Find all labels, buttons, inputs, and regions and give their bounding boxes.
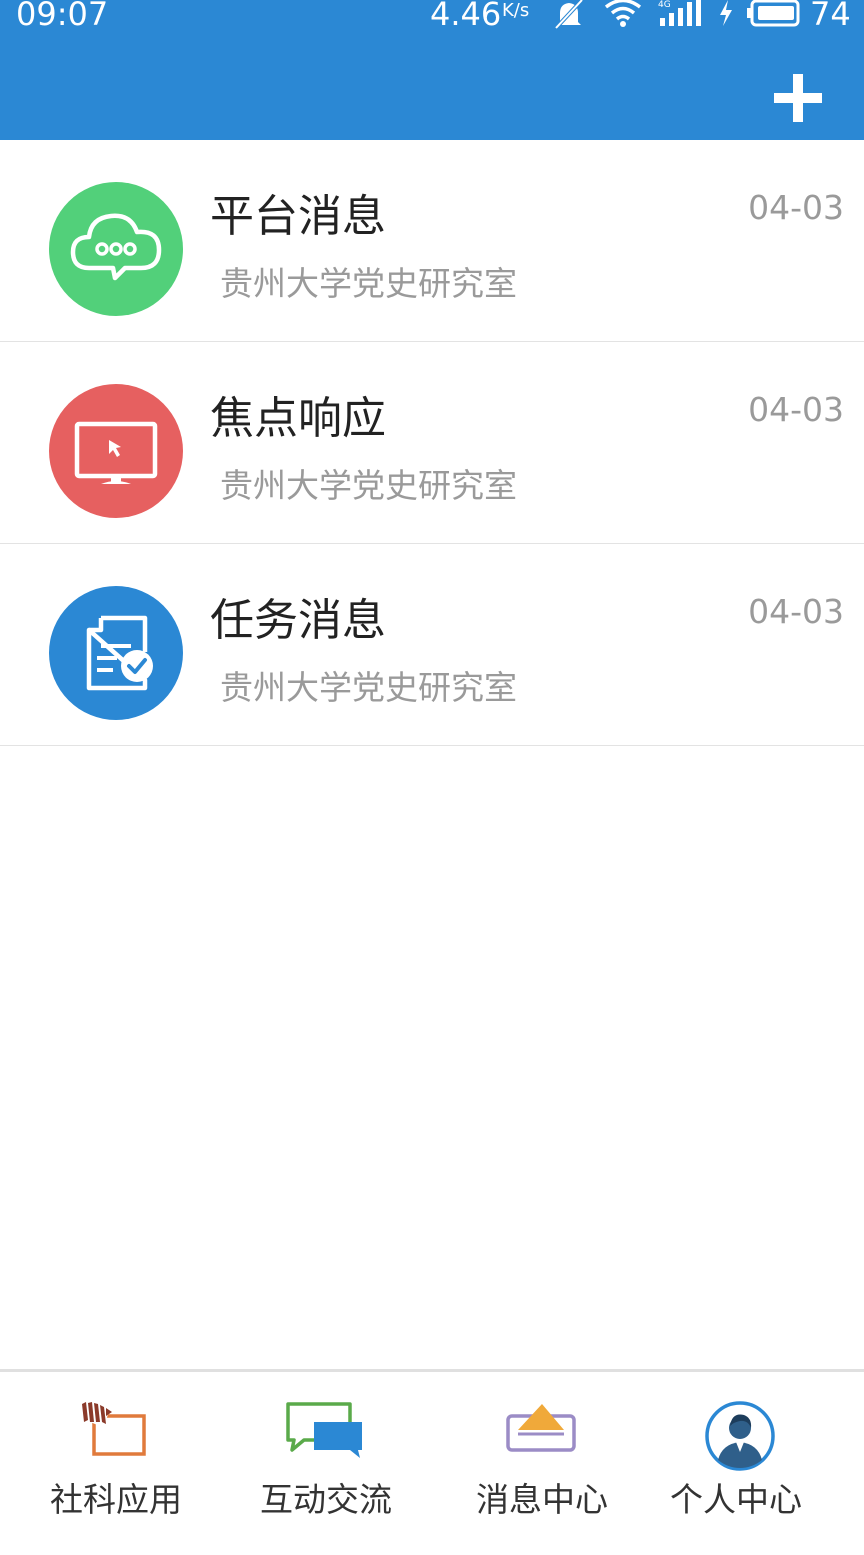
document-check-icon	[86, 615, 153, 691]
message-title: 平台消息	[210, 191, 386, 242]
add-button[interactable]	[772, 72, 824, 124]
signal-4g-icon: 4G	[657, 0, 701, 26]
nav-label: 个人中心	[670, 1480, 802, 1519]
bottom-navigation: 社科应用 互动交流 消息中心 个人中心	[0, 1369, 864, 1555]
battery-level: 74	[810, 0, 851, 33]
network-speed: 4.46	[430, 0, 502, 33]
message-avatar	[49, 384, 183, 518]
message-title: 任务消息	[210, 595, 386, 646]
nav-item-message-center[interactable]: 消息中心	[434, 1372, 650, 1555]
svg-text:4G: 4G	[658, 0, 671, 10]
battery-icon	[747, 0, 800, 27]
chat-bubbles-icon	[286, 1402, 362, 1458]
plus-icon	[774, 74, 822, 122]
message-avatar	[49, 586, 183, 720]
message-tray-icon	[506, 1404, 576, 1452]
message-date: 04-03	[748, 592, 844, 631]
status-bar: 09:07 4.46 K/s 4G 74	[0, 0, 864, 36]
monitor-cursor-icon	[74, 421, 158, 484]
top-app-bar: 09:07 4.46 K/s 4G 74	[0, 0, 864, 140]
message-item-focus[interactable]: 焦点响应 贵州大学党史研究室 04-03	[0, 342, 864, 544]
nav-item-social-science-apps[interactable]: 社科应用	[8, 1372, 224, 1555]
nav-label: 社科应用	[50, 1480, 182, 1519]
message-date: 04-03	[748, 188, 844, 227]
status-time: 09:07	[16, 0, 109, 33]
nav-item-interaction[interactable]: 互动交流	[218, 1372, 434, 1555]
message-date: 04-03	[748, 390, 844, 429]
social-science-app-icon	[82, 1402, 146, 1456]
mute-bell-icon	[554, 0, 584, 30]
chat-cloud-icon	[70, 213, 162, 281]
network-speed-unit: K/s	[502, 0, 530, 21]
message-subtitle: 贵州大学党史研究室	[220, 668, 517, 707]
message-item-platform[interactable]: 平台消息 贵州大学党史研究室 04-03	[0, 140, 864, 342]
message-list: 平台消息 贵州大学党史研究室 04-03 焦点响应 贵州大学党史研究室 04-0…	[0, 140, 864, 746]
message-title: 焦点响应	[210, 393, 386, 444]
message-subtitle: 贵州大学党史研究室	[220, 466, 517, 505]
message-item-task[interactable]: 任务消息 贵州大学党史研究室 04-03	[0, 544, 864, 746]
nav-label: 互动交流	[260, 1480, 392, 1519]
wifi-icon	[604, 0, 642, 27]
message-avatar	[49, 182, 183, 316]
user-avatar-icon	[705, 1401, 775, 1471]
message-subtitle: 贵州大学党史研究室	[220, 264, 517, 303]
charging-bolt-icon	[720, 0, 732, 26]
nav-label: 消息中心	[476, 1480, 608, 1519]
nav-item-personal-center[interactable]: 个人中心	[628, 1372, 844, 1555]
